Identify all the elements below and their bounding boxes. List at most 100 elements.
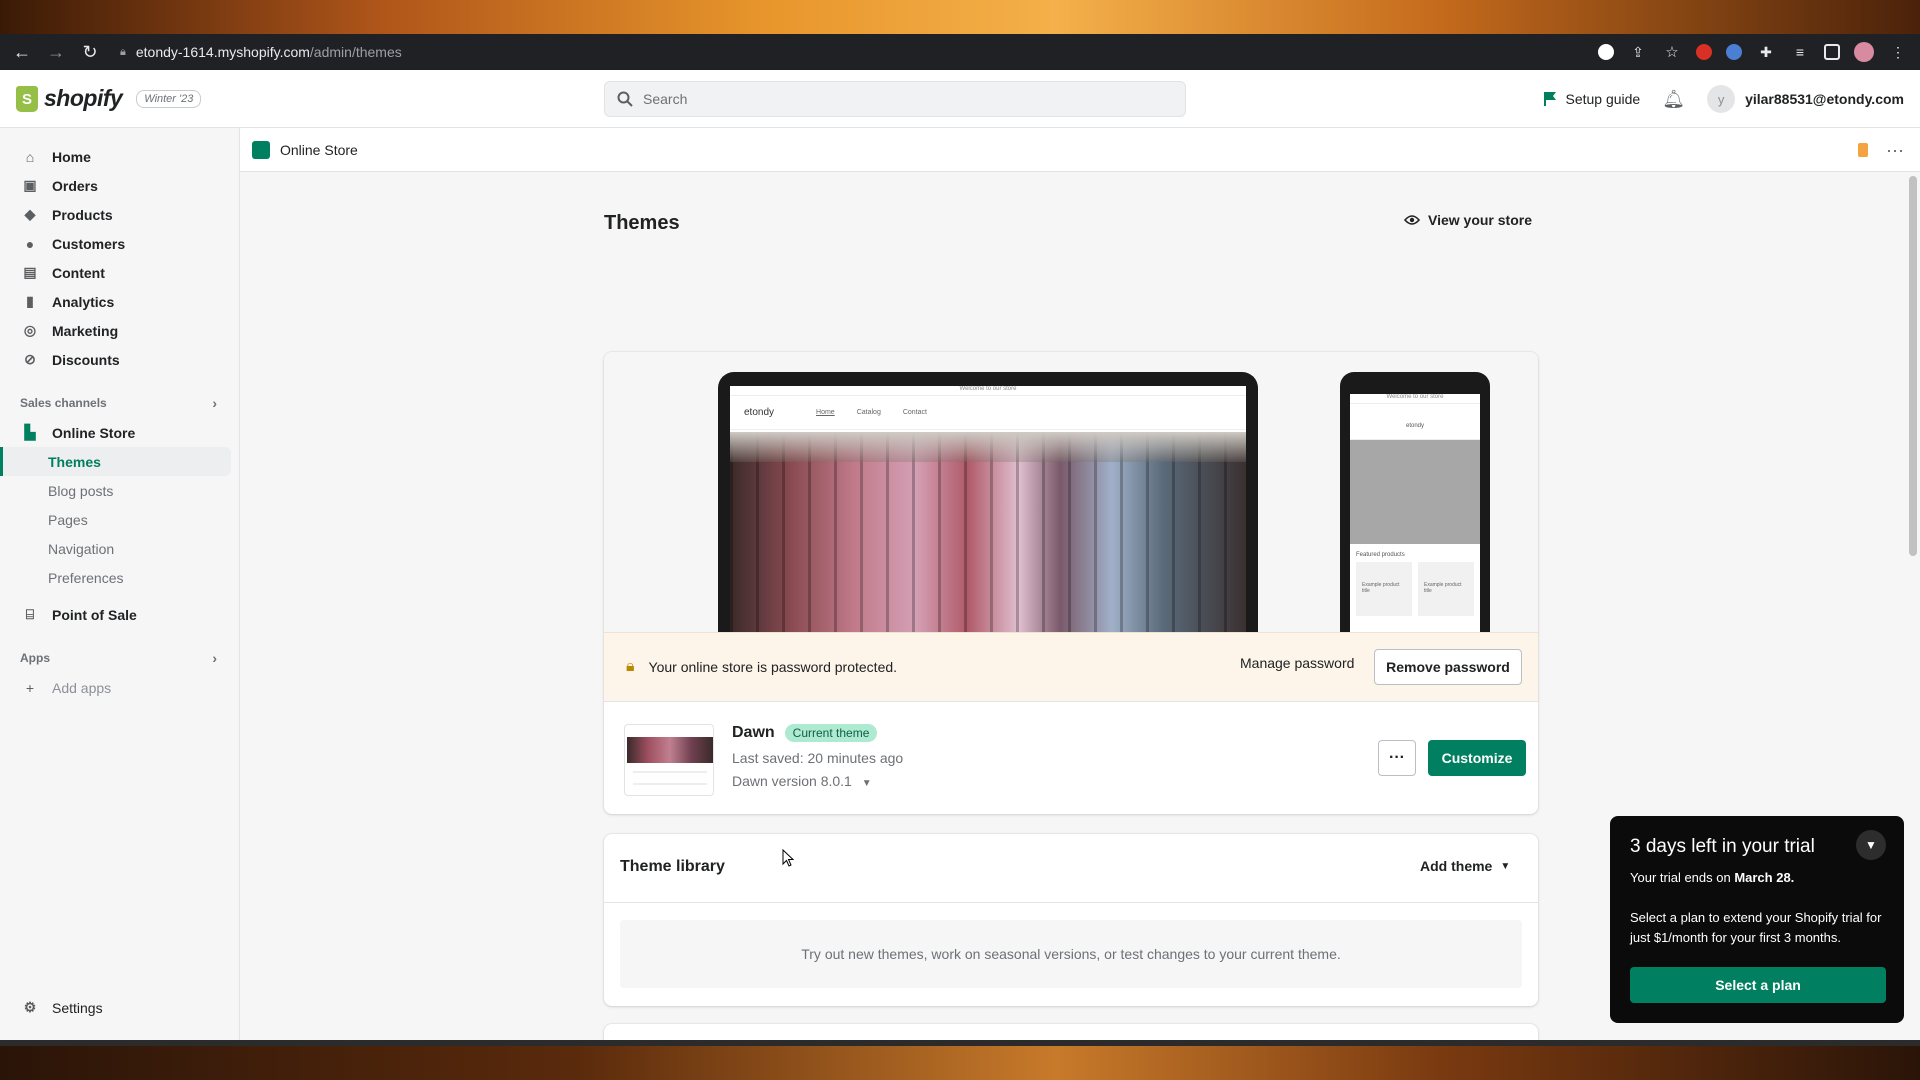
sidebar-item-label: Online Store <box>52 424 136 441</box>
sidebar-item-home[interactable]: ⌂ Home <box>0 142 239 171</box>
sidebar-item-discounts[interactable]: ⊘ Discounts <box>0 345 239 374</box>
forward-icon[interactable]: → <box>46 42 66 62</box>
logo-text: shopify <box>44 85 123 111</box>
sales-channels-header[interactable]: Sales channels › <box>0 388 239 418</box>
top-bar: shopify Winter '23 Setup guide 🔔︎ y yila… <box>0 70 1920 128</box>
address-bar[interactable]: 🔒︎ etondy-1614.myshopify.com/admin/theme… <box>120 44 1584 60</box>
sidebar-item-add-apps[interactable]: + Add apps <box>0 673 239 702</box>
setup-guide-label: Setup guide <box>1565 91 1641 107</box>
current-theme-badge: Current theme <box>784 724 878 742</box>
next-card <box>604 1024 1538 1040</box>
lock-icon: 🔒︎ <box>120 45 126 58</box>
bar-chart-icon: ▮ <box>26 293 34 309</box>
search-icon <box>617 91 633 107</box>
shopify-admin: shopify Winter '23 Setup guide 🔔︎ y yila… <box>0 70 1920 1040</box>
reload-icon[interactable]: ↻ <box>80 42 100 62</box>
sidebar-item-products[interactable]: ◆ Products <box>0 200 239 229</box>
chevron-right-icon[interactable]: › <box>212 395 217 411</box>
browser-toolbar: ← → ↻ 🔒︎ etondy-1614.myshopify.com/admin… <box>0 34 1920 70</box>
preview-featured-label: Featured products <box>1356 552 1405 558</box>
channel-title: Online Store <box>280 141 358 158</box>
pos-icon: ⌸ <box>25 606 35 622</box>
setup-guide-button[interactable]: Setup guide <box>1543 91 1640 107</box>
target-icon: ◎ <box>23 322 37 338</box>
theme-version-dropdown[interactable]: Dawn version 8.0.1 ▼ <box>732 773 872 789</box>
gear-icon: ⚙ <box>23 999 37 1015</box>
preview-announcement: Welcome to our store <box>1350 394 1480 404</box>
sidebar-item-pages[interactable]: Pages <box>0 505 231 534</box>
orders-icon: ▣ <box>23 177 37 193</box>
sidebar-item-themes[interactable]: Themes <box>0 447 231 476</box>
search-input[interactable] <box>643 91 1143 107</box>
reading-list-icon[interactable]: ≡ <box>1790 42 1810 62</box>
preview-nav: etondy Home Catalog Contact <box>730 396 1246 430</box>
sidebar-item-label: Orders <box>52 177 98 194</box>
preview-nav-item: Home <box>816 409 835 416</box>
sidebar-item-navigation[interactable]: Navigation <box>0 534 231 563</box>
chevron-right-icon[interactable]: › <box>212 650 217 666</box>
bell-icon[interactable]: 🔔︎ <box>1662 89 1685 110</box>
trial-ends-prefix: Your trial ends on <box>1630 870 1735 885</box>
puzzle-icon[interactable]: ✚ <box>1756 42 1776 62</box>
sidebar-item-content[interactable]: ▤ Content <box>0 258 239 287</box>
discount-icon: ⊘ <box>24 351 36 367</box>
trial-popover: 3 days left in your trial ▼ Your trial e… <box>1610 816 1904 1023</box>
sidebar-item-label: Marketing <box>52 322 119 339</box>
sidebar-item-label: Discounts <box>52 351 120 368</box>
preview-nav-item: Catalog <box>856 409 881 416</box>
caret-down-icon: ▼ <box>861 778 872 789</box>
collapse-chevron-icon[interactable]: ▼ <box>1856 830 1886 860</box>
shopify-logo[interactable]: shopify Winter '23 <box>16 85 202 112</box>
back-icon[interactable]: ← <box>12 42 32 62</box>
add-theme-button[interactable]: Add theme ▼ <box>1420 858 1510 874</box>
user-menu[interactable]: y yilar88531@etondy.com <box>1707 85 1904 113</box>
sidebar-item-online-store[interactable]: ▙ Online Store <box>0 418 239 447</box>
eye-icon <box>1404 215 1420 225</box>
extension-blue-icon[interactable] <box>1726 44 1742 60</box>
pin-icon[interactable] <box>1858 143 1869 157</box>
sidebar-item-orders[interactable]: ▣ Orders <box>0 171 239 200</box>
storefront-icon: ▙ <box>24 424 36 440</box>
flag-icon <box>1544 92 1557 106</box>
scrollbar[interactable] <box>1909 176 1917 556</box>
theme-name: Dawn <box>732 724 775 741</box>
trial-ends-date: March 28. <box>1734 870 1795 885</box>
theme-library-title: Theme library <box>620 858 725 875</box>
manage-password-link[interactable]: Manage password <box>1240 655 1354 671</box>
share-icon[interactable]: ⇪ <box>1628 42 1648 62</box>
sidebar-item-analytics[interactable]: ▮ Analytics <box>0 287 239 316</box>
sidebar-item-customers[interactable]: ● Customers <box>0 229 239 258</box>
sidebar-item-blog-posts[interactable]: Blog posts <box>0 476 231 505</box>
sidebar-item-point-of-sale[interactable]: ⌸ Point of Sale <box>0 600 239 629</box>
apps-header[interactable]: Apps › <box>0 643 239 673</box>
extension-red-icon[interactable] <box>1696 44 1712 60</box>
star-icon[interactable]: ☆ <box>1662 42 1682 62</box>
sidebar-item-preferences[interactable]: Preferences <box>0 563 231 592</box>
trial-ends: Your trial ends on March 28. <box>1630 870 1794 885</box>
preview-product: Example product title <box>1418 562 1474 616</box>
shopify-bag-icon <box>16 85 38 112</box>
google-icon[interactable] <box>1598 44 1614 60</box>
lock-icon: 🔒︎ <box>626 658 635 675</box>
view-store-link[interactable]: View your store <box>1404 212 1532 228</box>
mouse-cursor-icon <box>782 849 794 867</box>
select-plan-button[interactable]: Select a plan <box>1630 967 1886 1003</box>
sidebar-item-settings[interactable]: ⚙ Settings <box>0 993 240 1022</box>
url-path: /admin/themes <box>309 44 402 60</box>
customize-button[interactable]: Customize <box>1428 740 1526 776</box>
sidebar-item-label: Analytics <box>52 293 115 310</box>
channel-header: Online Store ··· <box>240 128 1920 172</box>
search-bar[interactable] <box>604 81 1186 117</box>
kebab-menu-icon[interactable]: ⋮ <box>1888 42 1908 62</box>
plus-icon: + <box>25 679 35 696</box>
sidebar-item-label: Home <box>52 148 91 165</box>
more-horizontal-icon[interactable]: ··· <box>1886 140 1904 161</box>
profile-icon[interactable] <box>1854 42 1874 62</box>
theme-actions-button[interactable]: ··· <box>1378 740 1416 776</box>
taskbar <box>0 1040 1920 1046</box>
sidebar-item-marketing[interactable]: ◎ Marketing <box>0 316 239 345</box>
home-icon: ⌂ <box>25 148 35 165</box>
url-host: etondy-1614.myshopify.com <box>135 44 310 60</box>
side-panel-icon[interactable] <box>1824 44 1840 60</box>
remove-password-button[interactable]: Remove password <box>1374 649 1522 685</box>
